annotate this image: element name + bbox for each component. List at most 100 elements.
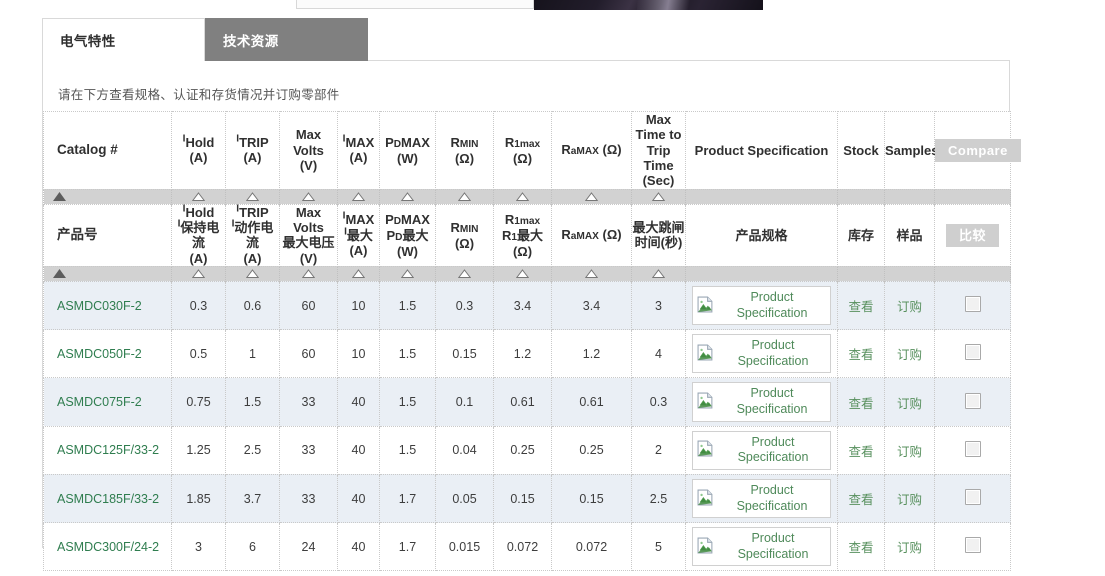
- sort-cell-rmin[interactable]: [436, 266, 494, 281]
- product-specification-link[interactable]: Product Specification: [692, 431, 831, 470]
- col-header-product-specification[interactable]: Product Specification: [686, 112, 838, 190]
- sort-cell-itrip[interactable]: [226, 266, 280, 281]
- col-header-cn-pdmax[interactable]: PDMAX PD最大 (W): [380, 204, 436, 266]
- samples-order-link[interactable]: 订购: [897, 348, 922, 362]
- sort-triangle-icon: [585, 192, 598, 201]
- sort-cell-pdmax[interactable]: [380, 189, 436, 204]
- col-header-cn-itrip[interactable]: ITRIP I动作电流 (A): [226, 204, 280, 266]
- samples-order-link[interactable]: 订购: [897, 300, 922, 314]
- product-specification-link[interactable]: Product Specification: [692, 479, 831, 518]
- sort-cell-max-volts[interactable]: [280, 266, 338, 281]
- sort-cell-ihold[interactable]: [172, 189, 226, 204]
- col-header-cn-rmin[interactable]: RMIN (Ω): [436, 204, 494, 266]
- col-header-cn-imax[interactable]: IMAX I最大 (A): [338, 204, 380, 266]
- compare-checkbox[interactable]: [965, 393, 981, 409]
- catalog-link[interactable]: ASMDC125F/33-2: [57, 443, 159, 457]
- sort-triangle-icon: [246, 269, 259, 278]
- sort-triangle-icon: [192, 192, 205, 201]
- col-header-cn-samples[interactable]: 样品: [885, 204, 935, 266]
- col-header-catalog[interactable]: Catalog #: [44, 112, 172, 190]
- sort-cell-rmin[interactable]: [436, 189, 494, 204]
- stock-view-link[interactable]: 查看: [848, 493, 873, 507]
- col-header-stock[interactable]: Stock: [838, 112, 885, 190]
- sort-cell-catalog[interactable]: [44, 266, 172, 281]
- col-header-cn-product-specification[interactable]: 产品规格: [686, 204, 838, 266]
- product-specification-link[interactable]: Product Specification: [692, 334, 831, 373]
- compare-button-en[interactable]: Compare: [935, 139, 1021, 162]
- sort-cell-max-time[interactable]: [632, 189, 686, 204]
- broken-image-alt-text: Product Specification: [718, 435, 826, 466]
- sort-cell-ramax[interactable]: [552, 266, 632, 281]
- cell-pdmax: 1.7: [380, 474, 436, 522]
- stock-view-link[interactable]: 查看: [848, 300, 873, 314]
- sort-cell-ihold[interactable]: [172, 266, 226, 281]
- sort-triangle-filled-icon: [53, 269, 66, 278]
- broken-image-icon: [697, 296, 714, 316]
- cell-stock: 查看: [838, 523, 885, 571]
- broken-image-icon: [697, 440, 714, 460]
- samples-order-link[interactable]: 订购: [897, 397, 922, 411]
- col-header-ramax[interactable]: RaMAX (Ω): [552, 112, 632, 190]
- cell-samples: 订购: [885, 523, 935, 571]
- sort-bar-row-top: [44, 189, 1011, 204]
- col-header-rmin[interactable]: RMIN (Ω): [436, 112, 494, 190]
- compare-button-cn[interactable]: 比较: [946, 224, 999, 247]
- cell-ramax: 3.4: [552, 281, 632, 329]
- tab-technical-resources[interactable]: 技术资源: [205, 18, 368, 61]
- compare-checkbox[interactable]: [965, 489, 981, 505]
- col-header-r1max[interactable]: R1max (Ω): [494, 112, 552, 190]
- col-header-label: Samples: [885, 143, 938, 158]
- catalog-link[interactable]: ASMDC075F-2: [57, 395, 142, 409]
- col-header-cn-max-volts[interactable]: Max Volts 最大电压 (V): [280, 204, 338, 266]
- sort-cell-itrip[interactable]: [226, 189, 280, 204]
- samples-order-link[interactable]: 订购: [897, 493, 922, 507]
- samples-order-link[interactable]: 订购: [897, 541, 922, 555]
- col-header-cn-stock[interactable]: 库存: [838, 204, 885, 266]
- col-header-cn-max-time[interactable]: 最大跳闸时间(秒): [632, 204, 686, 266]
- compare-checkbox[interactable]: [965, 296, 981, 312]
- samples-order-link[interactable]: 订购: [897, 445, 922, 459]
- sort-cell-imax[interactable]: [338, 189, 380, 204]
- compare-checkbox[interactable]: [965, 344, 981, 360]
- col-header-unit: (A): [189, 150, 207, 165]
- col-header-unit: (Ω): [513, 151, 532, 166]
- compare-checkbox[interactable]: [965, 537, 981, 553]
- col-header-max-time-to-trip[interactable]: Max Time to Trip Time (Sec): [632, 112, 686, 190]
- stock-view-link[interactable]: 查看: [848, 348, 873, 362]
- col-header-sub: aMAX: [571, 146, 599, 157]
- col-header-label: P: [385, 135, 394, 150]
- sort-cell-imax[interactable]: [338, 266, 380, 281]
- sort-cell-r1max[interactable]: [494, 189, 552, 204]
- col-header-cn-r1max[interactable]: R1max R1最大 (Ω): [494, 204, 552, 266]
- compare-checkbox[interactable]: [965, 441, 981, 457]
- col-header-cn-catalog[interactable]: 产品号: [44, 204, 172, 266]
- sort-cell-r1max[interactable]: [494, 266, 552, 281]
- stock-view-link[interactable]: 查看: [848, 541, 873, 555]
- sort-cell-max-volts[interactable]: [280, 189, 338, 204]
- cell-samples: 订购: [885, 281, 935, 329]
- catalog-link[interactable]: ASMDC030F-2: [57, 299, 142, 313]
- sort-cell-ramax[interactable]: [552, 189, 632, 204]
- stock-view-link[interactable]: 查看: [848, 445, 873, 459]
- product-specification-link[interactable]: Product Specification: [692, 286, 831, 325]
- product-specification-link[interactable]: Product Specification: [692, 382, 831, 421]
- col-header-max-volts[interactable]: Max Volts (V): [280, 112, 338, 190]
- col-header-pdmax[interactable]: PDMAX (W): [380, 112, 436, 190]
- col-header-itrip[interactable]: ITRIP (A): [226, 112, 280, 190]
- col-header-ihold[interactable]: IHold (A): [172, 112, 226, 190]
- col-header-cn-ramax[interactable]: RaMAX (Ω): [552, 204, 632, 266]
- catalog-link[interactable]: ASMDC185F/33-2: [57, 492, 159, 506]
- col-header-samples[interactable]: Samples: [885, 112, 935, 190]
- product-specification-link[interactable]: Product Specification: [692, 527, 831, 566]
- col-header-cn-ihold[interactable]: IHold I保持电流 (A): [172, 204, 226, 266]
- cell-ramax: 0.25: [552, 426, 632, 474]
- col-header-imax[interactable]: IMAX (A): [338, 112, 380, 190]
- sort-cell-catalog[interactable]: [44, 189, 172, 204]
- catalog-link[interactable]: ASMDC300F/24-2: [57, 540, 159, 554]
- tab-electrical-characteristics[interactable]: 电气特性: [42, 18, 205, 61]
- catalog-link[interactable]: ASMDC050F-2: [57, 347, 142, 361]
- stock-view-link[interactable]: 查看: [848, 397, 873, 411]
- sort-cell-pdmax[interactable]: [380, 266, 436, 281]
- sort-cell-blank-stock: [838, 266, 885, 281]
- sort-cell-max-time[interactable]: [632, 266, 686, 281]
